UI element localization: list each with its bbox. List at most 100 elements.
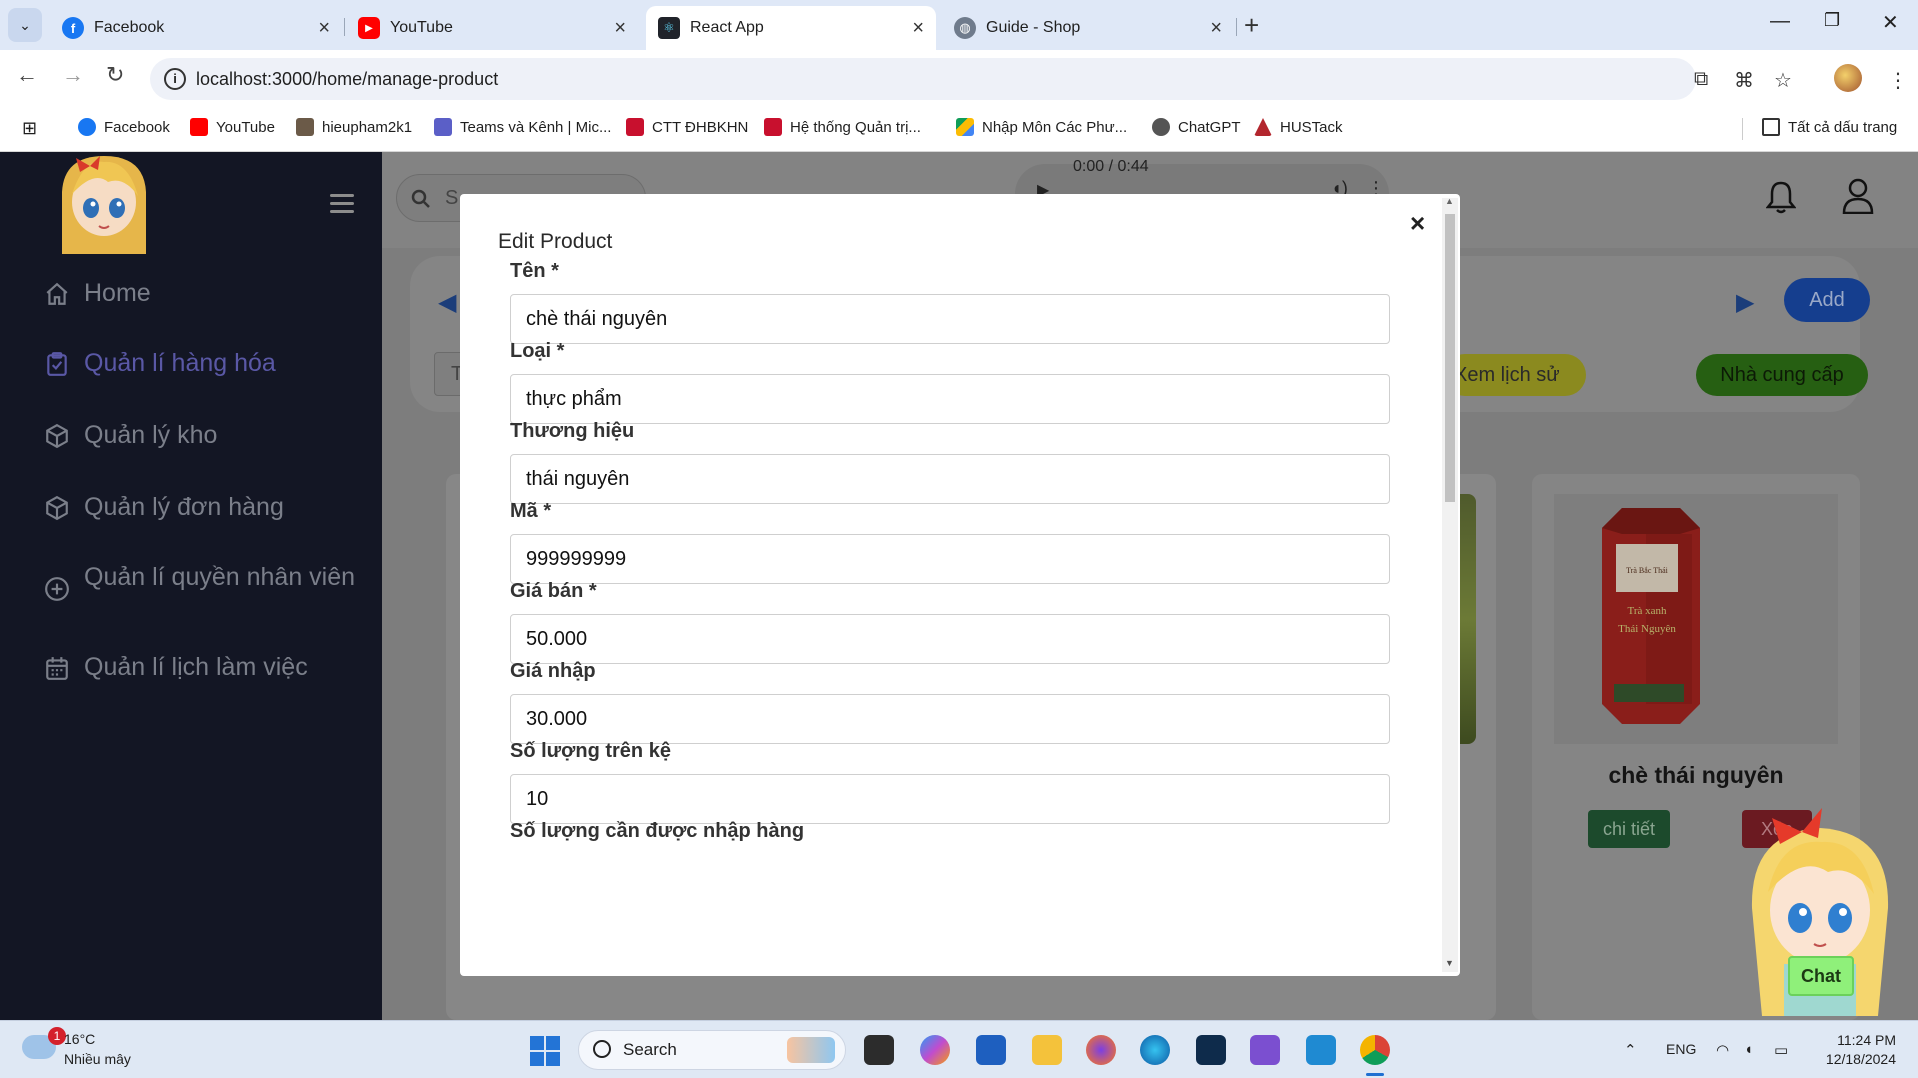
product-category-field[interactable] xyxy=(510,374,1390,424)
windows-taskbar: 1 16°C Nhiều mây Search ⌃ ENG ◠ ◖ ▭ 11:2… xyxy=(0,1020,1918,1078)
close-icon[interactable]: × xyxy=(1210,17,1222,40)
vscode-icon[interactable] xyxy=(1306,1035,1336,1065)
tab-react-app[interactable]: ⚛ React App × xyxy=(646,6,936,50)
sidebar-item-schedule[interactable]: Quản lí lịch làm việc xyxy=(44,654,364,681)
modal-close-button[interactable]: × xyxy=(1410,208,1425,239)
tab-guide-shop[interactable]: ◍ Guide - Shop × xyxy=(942,6,1234,50)
bookmark-chatgpt[interactable]: ChatGPT xyxy=(1152,118,1241,136)
scroll-down-arrow-icon[interactable]: ▼ xyxy=(1445,958,1454,968)
taskbar-search-input[interactable]: Search xyxy=(578,1030,846,1070)
bookmark-he-thong[interactable]: Hệ thống Quản trị... xyxy=(764,118,921,136)
product-brand-field[interactable] xyxy=(510,454,1390,504)
teams-icon xyxy=(434,118,452,136)
firefox-icon[interactable] xyxy=(1086,1035,1116,1065)
sale-price-field[interactable] xyxy=(510,614,1390,664)
product-name-field[interactable] xyxy=(510,294,1390,344)
scroll-up-arrow-icon[interactable]: ▲ xyxy=(1445,196,1454,206)
bookmark-label: ChatGPT xyxy=(1178,118,1241,136)
shelf-quantity-field[interactable] xyxy=(510,774,1390,824)
windows-start-icon[interactable] xyxy=(530,1036,560,1066)
new-tab-button[interactable]: + xyxy=(1244,10,1259,41)
bookmark-ctt[interactable]: CTT ĐHBKHN xyxy=(626,118,748,136)
scroll-left-arrow-icon[interactable]: ◀ xyxy=(438,288,456,317)
field-label-sale-price: Giá bán * xyxy=(510,580,597,602)
edge-icon[interactable] xyxy=(1140,1035,1170,1065)
address-bar[interactable]: i localhost:3000/home/manage-product xyxy=(150,58,1696,100)
bookmark-facebook[interactable]: Facebook xyxy=(78,118,170,136)
translate-icon[interactable]: ⌘ xyxy=(1734,68,1754,93)
sidebar-item-staff-permissions[interactable]: Quản lí quyền nhân viên xyxy=(44,564,364,602)
chrome-icon[interactable] xyxy=(1360,1035,1390,1065)
site-info-icon[interactable]: i xyxy=(164,68,186,90)
sidebar-item-orders[interactable]: Quản lý đơn hàng xyxy=(44,494,364,521)
product-code-field[interactable] xyxy=(510,534,1390,584)
import-price-field[interactable] xyxy=(510,694,1390,744)
bell-icon[interactable] xyxy=(1766,180,1796,214)
menu-kebab-icon[interactable]: ⋮ xyxy=(1888,68,1908,93)
modal-title: Edit Product xyxy=(498,230,613,253)
volume-icon[interactable]: ◖ xyxy=(1744,1041,1753,1058)
product-detail-button[interactable]: chi tiết xyxy=(1588,810,1670,848)
all-bookmarks-folder[interactable]: Tất cả dấu trang xyxy=(1762,118,1897,136)
minimize-icon[interactable]: — xyxy=(1770,10,1790,33)
bookmark-teams[interactable]: Teams và Kênh | Mic... xyxy=(434,118,611,136)
back-icon[interactable]: ← xyxy=(16,62,38,88)
youtube-icon: ▶ xyxy=(358,17,380,39)
visual-studio-icon[interactable] xyxy=(1250,1035,1280,1065)
sidebar-item-label: Quản lý đơn hàng xyxy=(84,493,284,521)
task-view-icon[interactable] xyxy=(864,1035,894,1065)
tab-search-menu-button[interactable]: ⌄ xyxy=(8,8,42,42)
bookmark-youtube[interactable]: YouTube xyxy=(190,118,275,136)
wifi-icon[interactable]: ◠ xyxy=(1716,1041,1729,1059)
bookmark-hieupham2k1[interactable]: hieupham2k1 xyxy=(296,118,412,136)
bookmark-nhap-mon[interactable]: Nhập Môn Các Phư... xyxy=(956,118,1127,136)
modal-scrollbar-thumb[interactable] xyxy=(1445,214,1455,502)
bookmark-label: YouTube xyxy=(216,118,275,136)
bookmark-star-icon[interactable]: ☆ xyxy=(1774,68,1792,93)
bookmark-label: Facebook xyxy=(104,118,170,136)
apps-grid-icon[interactable]: ⊞ xyxy=(22,118,37,139)
chat-button[interactable]: Chat xyxy=(1788,956,1854,996)
media-time: 0:00 / 0:44 xyxy=(1073,158,1149,175)
forward-icon[interactable]: → xyxy=(62,62,84,88)
package-text-type: Trà xanh xyxy=(1627,605,1667,617)
tab-youtube[interactable]: ▶ YouTube × xyxy=(346,6,638,50)
bookmark-label: hieupham2k1 xyxy=(322,118,413,136)
tray-overflow-icon[interactable]: ⌃ xyxy=(1624,1041,1637,1059)
field-label-restock-quantity: Số lượng cần được nhập hàng xyxy=(510,820,805,842)
language-indicator[interactable]: ENG xyxy=(1666,1041,1696,1057)
taskbar-clock[interactable]: 11:24 PM 12/18/2024 xyxy=(1816,1031,1896,1069)
view-history-button[interactable]: Xem lịch sử xyxy=(1444,354,1586,396)
terminal-app-icon[interactable] xyxy=(1196,1035,1226,1065)
chatgpt-icon xyxy=(1152,118,1170,136)
battery-icon[interactable]: ▭ xyxy=(1774,1041,1788,1059)
package-text-brand: Trà Bắc Thái xyxy=(1626,566,1669,575)
tab-facebook[interactable]: f Facebook × xyxy=(50,6,342,50)
restore-icon[interactable]: ❐ xyxy=(1824,10,1840,31)
supplier-button[interactable]: Nhà cung cấp xyxy=(1696,354,1868,396)
bookmark-label: Hệ thống Quản trị... xyxy=(790,118,921,136)
copilot-icon[interactable] xyxy=(920,1035,950,1065)
hamburger-menu-icon[interactable] xyxy=(330,194,354,218)
reload-icon[interactable]: ↻ xyxy=(106,62,124,88)
folder-icon xyxy=(1762,118,1780,136)
install-app-icon[interactable]: ⧉ xyxy=(1694,68,1708,91)
sidebar-item-warehouse[interactable]: Quản lý kho xyxy=(44,422,364,449)
close-icon[interactable]: × xyxy=(614,17,626,40)
close-icon[interactable]: × xyxy=(318,17,330,40)
sidebar-item-home[interactable]: Home xyxy=(44,280,364,307)
microsoft-store-icon[interactable] xyxy=(976,1035,1006,1065)
profile-avatar[interactable] xyxy=(1834,64,1862,92)
file-explorer-icon[interactable] xyxy=(1032,1035,1062,1065)
bookmark-hustack[interactable]: HUSTack xyxy=(1254,118,1343,136)
scroll-right-arrow-icon[interactable]: ▶ xyxy=(1736,288,1754,317)
add-product-button[interactable]: Add xyxy=(1784,278,1870,322)
field-label-shelf-quantity: Số lượng trên kệ xyxy=(510,740,671,762)
sidebar-item-label: Quản lí hàng hóa xyxy=(84,349,276,377)
window-close-icon[interactable]: ✕ xyxy=(1882,10,1899,35)
box-icon xyxy=(46,495,68,521)
close-icon[interactable]: × xyxy=(912,17,924,40)
sidebar-item-manage-products[interactable]: Quản lí hàng hóa xyxy=(44,350,364,377)
weather-widget[interactable]: 1 16°C Nhiều mây xyxy=(22,1027,172,1073)
user-account-icon[interactable] xyxy=(1842,178,1874,214)
